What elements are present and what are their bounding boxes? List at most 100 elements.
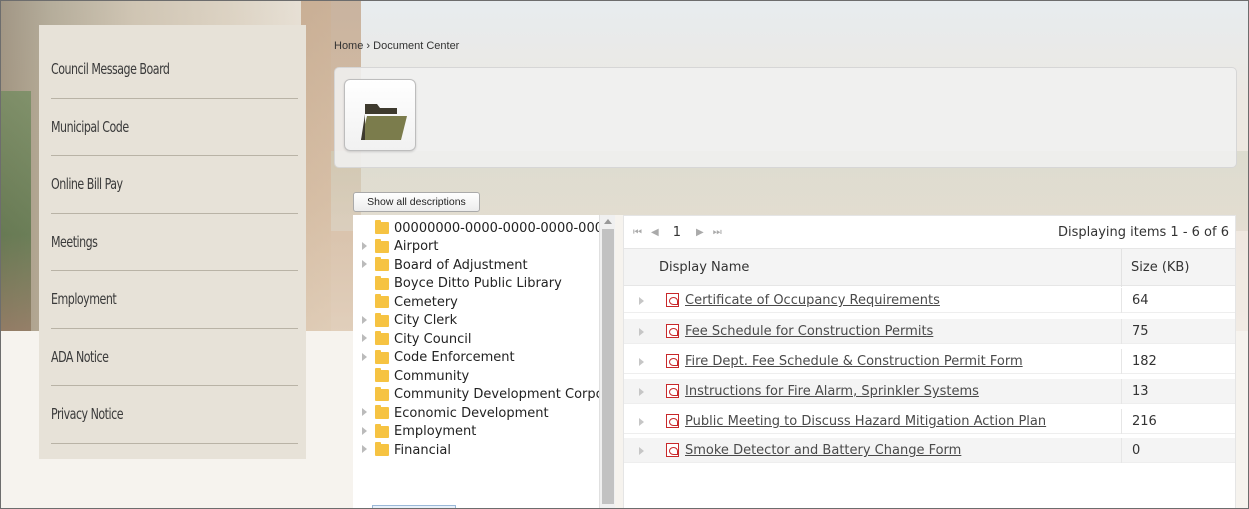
sidebar-item-privacy-notice[interactable]: Privacy Notice (51, 386, 298, 444)
current-page-number[interactable]: 1 (673, 225, 681, 240)
sidebar-item-label: Municipal Code (51, 117, 129, 136)
column-header-display-name[interactable]: Display Name (659, 260, 749, 275)
splitter[interactable] (615, 215, 623, 508)
grid-header: Display Name Size (KB) (624, 248, 1235, 287)
document-size: 182 (1132, 354, 1157, 369)
scrollbar-thumb[interactable] (602, 229, 614, 504)
expand-arrow-icon[interactable] (362, 315, 367, 324)
document-size: 64 (1132, 293, 1149, 308)
page-frame: Council Message Board Municipal Code Onl… (0, 0, 1249, 509)
tree-item-label: Financial (394, 442, 451, 458)
sidebar-item-label: Council Message Board (51, 60, 170, 79)
tree-item-label: City Council (394, 331, 472, 347)
tree-item-airport[interactable]: Airport (353, 238, 615, 257)
breadcrumb-current: Document Center (373, 40, 460, 52)
document-link[interactable]: Fire Dept. Fee Schedule & Construction P… (685, 354, 1023, 369)
show-all-descriptions-button[interactable]: Show all descriptions (353, 192, 480, 212)
document-size: 0 (1132, 443, 1141, 458)
tree-item-label: Economic Development (394, 405, 549, 421)
expand-arrow-icon[interactable] (362, 445, 367, 453)
scroll-up-arrow-icon[interactable] (604, 219, 612, 224)
pdf-icon (666, 384, 679, 398)
column-divider (1121, 249, 1122, 287)
expand-row-icon[interactable] (639, 358, 644, 366)
column-divider (1121, 438, 1122, 463)
pdf-icon (666, 443, 679, 457)
tree-item-label: Employment (394, 424, 477, 440)
document-grid: ⏮ ◀ 1 ▶ ⏭ Displaying items 1 - 6 of 6 Di… (623, 215, 1236, 508)
prev-page-icon[interactable]: ◀ (651, 227, 659, 238)
next-page-icon[interactable]: ▶ (696, 227, 704, 238)
document-size: 216 (1132, 414, 1157, 429)
grid-pager: ⏮ ◀ 1 ▶ ⏭ Displaying items 1 - 6 of 6 (624, 216, 1235, 248)
tree-item-label: 00000000-0000-0000-0000-0000 (394, 220, 612, 236)
tree-item-economic-development[interactable]: Economic Development (353, 404, 615, 423)
last-page-icon[interactable]: ⏭ (713, 227, 722, 238)
column-divider (1121, 288, 1122, 313)
tree-item-label: Community Development Corpc (394, 387, 603, 403)
tree-item-label: Board of Adjustment (394, 257, 528, 273)
tree-item-financial[interactable]: Financial (353, 441, 615, 460)
document-link[interactable]: Smoke Detector and Battery Change Form (685, 443, 961, 458)
tree-item-employment[interactable]: Employment (353, 423, 615, 442)
sidebar-item-meetings[interactable]: Meetings (51, 214, 298, 271)
sidebar-item-label: Meetings (51, 232, 98, 251)
document-link[interactable]: Fee Schedule for Construction Permits (685, 324, 933, 339)
folder-icon (375, 349, 389, 364)
column-header-size[interactable]: Size (KB) (1131, 260, 1231, 275)
folder-icon (361, 104, 407, 140)
folder-icon (375, 405, 389, 420)
document-size: 75 (1132, 324, 1149, 339)
pdf-icon (666, 293, 679, 307)
breadcrumb: Home › Document Center (334, 40, 459, 52)
document-link[interactable]: Certificate of Occupancy Requirements (685, 293, 940, 308)
folder-button[interactable] (344, 79, 416, 151)
tree-item-boyce-ditto-public-library[interactable]: Boyce Ditto Public Library (353, 275, 615, 294)
tree-item-cemetery[interactable]: Cemetery (353, 293, 615, 312)
tree-item-community-development[interactable]: Community Development Corpc (353, 386, 615, 405)
tree-scrollbar[interactable] (599, 215, 615, 508)
tree-item-label: Airport (394, 239, 439, 255)
table-row: Smoke Detector and Battery Change Form 0 (624, 438, 1235, 463)
folder-icon (375, 238, 389, 253)
tree-item-city-clerk[interactable]: City Clerk (353, 312, 615, 331)
table-row: Instructions for Fire Alarm, Sprinkler S… (624, 379, 1235, 404)
background-trees (1, 91, 31, 331)
document-link[interactable]: Instructions for Fire Alarm, Sprinkler S… (685, 384, 979, 399)
tree-item-code-enforcement[interactable]: Code Enforcement (353, 349, 615, 368)
folder-icon (375, 294, 389, 309)
sidebar-item-online-bill-pay[interactable]: Online Bill Pay (51, 156, 298, 214)
column-divider (1121, 349, 1122, 374)
tree-item-guid[interactable]: 00000000-0000-0000-0000-0000 (353, 219, 615, 238)
expand-row-icon[interactable] (639, 297, 644, 305)
tree-item-board-of-adjustment[interactable]: Board of Adjustment (353, 256, 615, 275)
document-link[interactable]: Public Meeting to Discuss Hazard Mitigat… (685, 414, 1046, 429)
tree-item-community[interactable]: Community (353, 367, 615, 386)
expand-arrow-icon[interactable] (362, 334, 367, 342)
sidebar-item-employment[interactable]: Employment (51, 271, 298, 329)
tree-item-selected[interactable] (372, 505, 456, 508)
header-panel (334, 67, 1237, 168)
expand-row-icon[interactable] (639, 447, 644, 455)
expand-arrow-icon[interactable] (362, 426, 367, 435)
expand-row-icon[interactable] (639, 388, 644, 396)
breadcrumb-separator: › (366, 40, 371, 52)
expand-row-icon[interactable] (639, 418, 644, 426)
expand-arrow-icon[interactable] (362, 352, 367, 361)
breadcrumb-home-link[interactable]: Home (334, 40, 363, 52)
expand-arrow-icon[interactable] (362, 241, 367, 250)
expand-arrow-icon[interactable] (362, 408, 367, 416)
tree-item-label: Boyce Ditto Public Library (394, 276, 562, 292)
first-page-icon[interactable]: ⏮ (633, 227, 642, 238)
table-row: Fee Schedule for Construction Permits 75 (624, 319, 1235, 344)
sidebar-item-council-message-board[interactable]: Council Message Board (51, 41, 298, 99)
expand-arrow-icon[interactable] (362, 260, 367, 268)
sidebar-item-municipal-code[interactable]: Municipal Code (51, 99, 298, 156)
folder-icon (375, 312, 389, 327)
sidebar-item-label: Privacy Notice (51, 405, 124, 424)
tree-item-city-council[interactable]: City Council (353, 330, 615, 349)
tree-item-label: City Clerk (394, 313, 458, 329)
column-divider (1121, 319, 1122, 344)
expand-row-icon[interactable] (639, 328, 644, 336)
sidebar-item-ada-notice[interactable]: ADA Notice (51, 329, 298, 386)
